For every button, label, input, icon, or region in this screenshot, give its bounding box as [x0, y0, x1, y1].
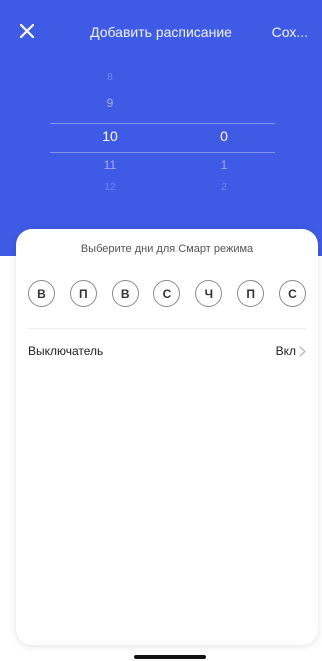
time-picker[interactable]: 8 9 10 11 12 0 1 2: [0, 58, 322, 208]
day-selector: В П В С Ч П С: [28, 280, 306, 308]
hour-option[interactable]: 12: [80, 182, 140, 193]
divider: [28, 328, 306, 329]
day-button-monday[interactable]: В: [28, 280, 55, 307]
save-button[interactable]: Сох...: [272, 24, 308, 40]
day-button-tuesday[interactable]: П: [69, 280, 97, 307]
hour-option-selected[interactable]: 10: [80, 128, 140, 144]
hour-option[interactable]: 9: [80, 96, 140, 110]
smart-mode-sheet: Выберите дни для Смарт режима В П В С Ч …: [16, 229, 318, 645]
top-bar: Добавить расписание Сох...: [0, 14, 322, 50]
switch-row-value: Вкл: [275, 344, 296, 358]
hour-option[interactable]: 11: [80, 158, 140, 172]
days-title: Выберите дни для Смарт режима: [80, 243, 254, 255]
day-button-sunday[interactable]: С: [278, 280, 306, 307]
hour-option[interactable]: 8: [80, 72, 140, 83]
minute-option[interactable]: 1: [194, 158, 254, 172]
day-button-wednesday[interactable]: В: [111, 280, 139, 307]
switch-row[interactable]: Выключатель Вкл: [28, 339, 306, 363]
day-button-friday[interactable]: Ч: [195, 280, 223, 307]
switch-row-label: Выключатель: [28, 344, 104, 358]
picker-selection-top-line: [50, 123, 275, 124]
switch-row-value-group: Вкл: [276, 344, 306, 358]
picker-selection-bottom-line: [50, 152, 275, 153]
day-button-saturday[interactable]: П: [237, 280, 265, 307]
day-button-thursday[interactable]: С: [153, 280, 181, 307]
minute-option-selected[interactable]: 0: [194, 128, 254, 144]
minute-option[interactable]: 2: [194, 182, 254, 193]
chevron-right-icon: [299, 345, 306, 357]
home-indicator: [134, 655, 206, 659]
